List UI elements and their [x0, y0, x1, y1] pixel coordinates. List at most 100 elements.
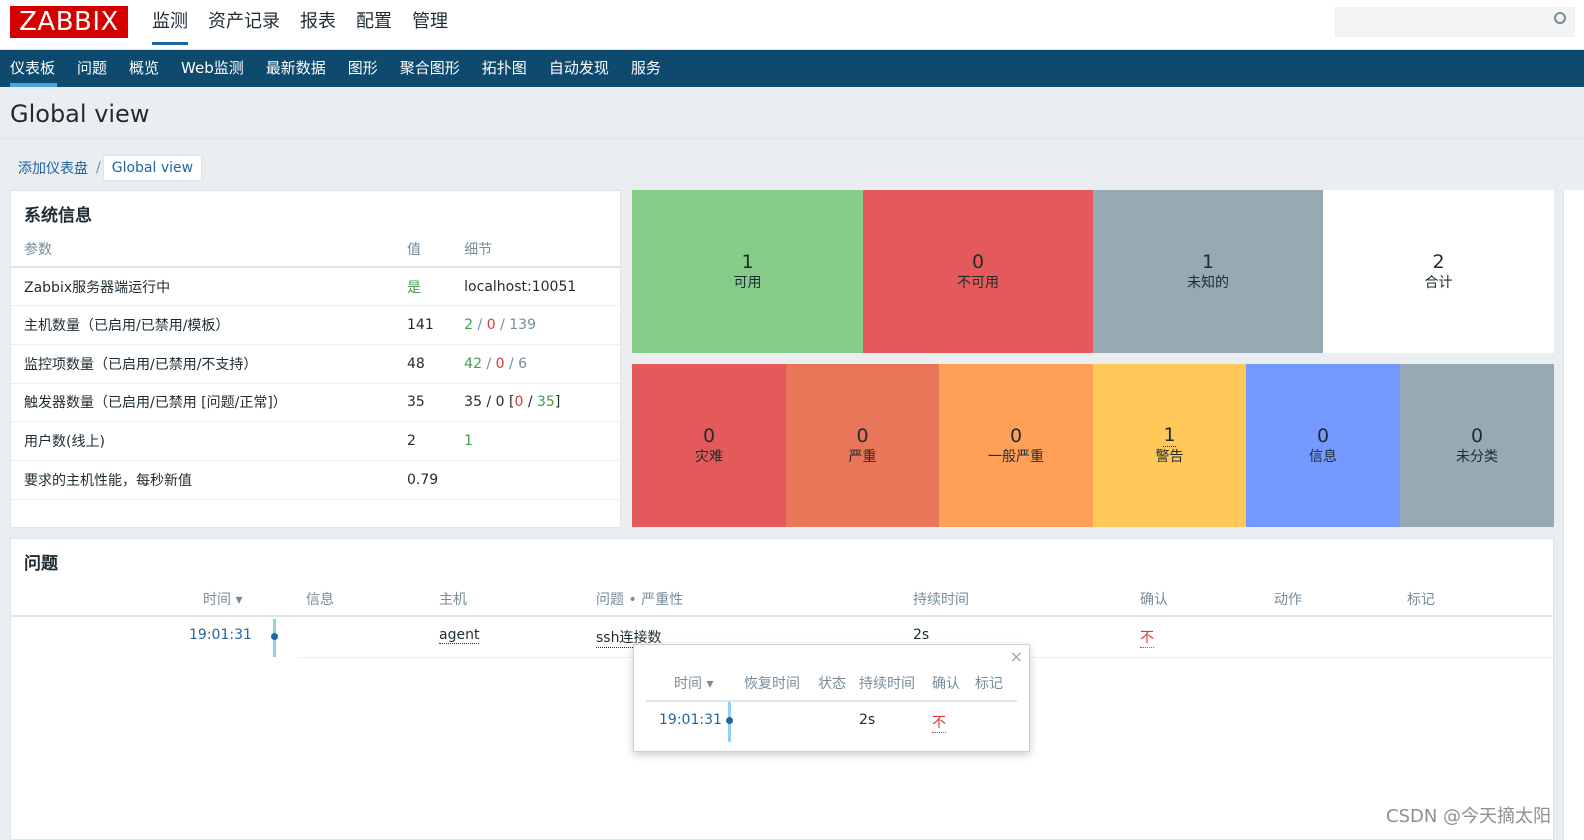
- popup-column-duration: 持续时间: [859, 676, 915, 692]
- table-row: 监控项数量（已启用/已禁用/不支持） 48 42 / 0 / 6: [11, 344, 620, 384]
- param-cell: 要求的主机性能，每秒新值: [11, 460, 394, 500]
- popup-column-status: 状态: [818, 676, 846, 692]
- breadcrumb-current[interactable]: Global view: [102, 154, 203, 181]
- submenu-web[interactable]: Web监测: [171, 50, 256, 87]
- tile-label: 灾难: [695, 448, 723, 465]
- watermark: CSDN @今天摘太阳: [1386, 806, 1552, 827]
- column-header: 值: [394, 231, 452, 268]
- popup-column-time: 时间 ▾: [674, 676, 714, 692]
- tile-count: 2: [1432, 250, 1445, 273]
- column-header-duration: 持续时间: [913, 592, 969, 608]
- detail-disabled: 0: [495, 355, 505, 372]
- column-header-time[interactable]: 时间 ▾: [203, 589, 242, 609]
- column-header-ack: 确认: [1140, 592, 1168, 608]
- column-header-host[interactable]: 主机: [439, 589, 467, 609]
- table-row: Zabbix服务器端运行中 是 localhost:10051: [11, 267, 620, 307]
- host-availability-widget: 1 可用 0 不可用 1 未知的 2 合计: [632, 190, 1554, 353]
- column-header-tags: 标记: [1407, 592, 1435, 608]
- tile-label: 一般严重: [988, 448, 1044, 465]
- popup-duration: 2s: [859, 712, 876, 728]
- zabbix-logo[interactable]: ZABBIX: [10, 6, 128, 38]
- submenu-discovery[interactable]: 自动发现: [539, 50, 621, 87]
- detail-problem: 0: [514, 394, 524, 411]
- submenu-services[interactable]: 服务: [621, 50, 673, 87]
- detail-disabled: 0: [486, 317, 496, 334]
- close-icon[interactable]: ×: [1010, 647, 1023, 666]
- tile-label: 严重: [848, 448, 877, 465]
- host-link[interactable]: agent: [439, 627, 480, 644]
- popup-ack-link[interactable]: 不: [932, 712, 946, 733]
- host-unavailable-tile[interactable]: 0 不可用: [863, 190, 1093, 353]
- table-row: 用户数(线上) 2 1: [11, 421, 620, 461]
- popup-column-recovery-time: 恢复时间: [744, 676, 800, 692]
- timeline-dot: [726, 717, 733, 724]
- tile-count[interactable]: 1: [1163, 424, 1176, 447]
- tile-count: 0: [1009, 424, 1023, 447]
- param-cell: 监控项数量（已启用/已禁用/不支持）: [11, 344, 394, 384]
- detail-cell: [451, 460, 620, 500]
- submenu-latest-data[interactable]: 最新数据: [256, 50, 338, 87]
- tile-count: 0: [1316, 424, 1330, 447]
- tile-label: 未知的: [1187, 274, 1229, 291]
- column-header: 细节: [451, 231, 620, 268]
- submenu-maps[interactable]: 拓扑图: [472, 50, 539, 87]
- detail-unsupported: 6: [518, 355, 528, 372]
- adjacent-widget-edge: [1563, 190, 1584, 840]
- severity-disaster-tile[interactable]: 0 灾难: [632, 364, 786, 527]
- tile-label: 不可用: [957, 274, 999, 291]
- column-header: 参数: [11, 231, 394, 268]
- value-cell: 141: [394, 305, 452, 345]
- menu-reports[interactable]: 报表: [290, 0, 346, 50]
- host-total-tile[interactable]: 2 合计: [1323, 190, 1554, 353]
- severity-not-classified-tile[interactable]: 0 未分类: [1400, 364, 1554, 527]
- popup-time-link[interactable]: 19:01:31: [659, 712, 722, 728]
- breadcrumb-dashboards-link[interactable]: 添加仪表盘: [12, 158, 94, 178]
- tile-count: 0: [971, 250, 985, 273]
- column-header-info: 信息: [306, 592, 334, 608]
- top-header: ZABBIX 监测 资产记录 报表 配置 管理: [0, 0, 1584, 50]
- table-header-row: 参数 值 细节: [11, 231, 620, 268]
- problem-time-link[interactable]: 19:01:31: [189, 627, 252, 643]
- submenu-dashboard[interactable]: 仪表板: [0, 50, 67, 87]
- popup-column-ack: 确认: [932, 676, 960, 692]
- severity-high-tile[interactable]: 0 严重: [786, 364, 939, 527]
- tile-count: 0: [856, 424, 869, 447]
- system-info-table: 参数 值 细节 Zabbix服务器端运行中 是 localhost:10051 …: [11, 231, 620, 500]
- submenu-graphs[interactable]: 图形: [338, 50, 390, 87]
- tile-label: 未分类: [1456, 448, 1498, 465]
- detail-cell: 35 / 0 [0 / 35]: [451, 383, 620, 423]
- submenu-problems[interactable]: 问题: [67, 50, 119, 87]
- host-available-tile[interactable]: 1 可用: [632, 190, 863, 353]
- severity-warning-tile[interactable]: 1 警告: [1093, 364, 1246, 527]
- widget-title[interactable]: 系统信息: [11, 191, 620, 231]
- severity-average-tile[interactable]: 0 一般严重: [939, 364, 1093, 527]
- ack-link[interactable]: 不: [1140, 627, 1154, 648]
- submenu-overview[interactable]: 概览: [119, 50, 171, 87]
- widget-title[interactable]: 问题: [11, 539, 1553, 579]
- value-cell: 0.79: [394, 460, 452, 500]
- sub-menu: 仪表板 问题 概览 Web监测 最新数据 图形 聚合图形 拓扑图 自动发现 服务: [0, 50, 1584, 87]
- value-cell: 2: [394, 421, 452, 461]
- system-info-widget: 系统信息 参数 值 细节 Zabbix服务器端运行中 是 localhost:1…: [10, 190, 621, 528]
- host-unknown-tile[interactable]: 1 未知的: [1093, 190, 1323, 353]
- detail-ok: 35: [537, 394, 555, 411]
- search-input[interactable]: [1335, 7, 1575, 37]
- detail-enabled: 2: [464, 317, 474, 334]
- menu-monitoring[interactable]: 监测: [142, 0, 198, 50]
- value-cell: 48: [394, 344, 452, 384]
- menu-inventory[interactable]: 资产记录: [198, 0, 290, 50]
- timeline-dot: [271, 633, 278, 640]
- popup-column-tags: 标记: [975, 676, 1003, 692]
- severity-information-tile[interactable]: 0 信息: [1246, 364, 1400, 527]
- menu-administration[interactable]: 管理: [402, 0, 458, 50]
- column-header-problem[interactable]: 问题 • 严重性: [596, 589, 683, 609]
- tile-label: 信息: [1309, 448, 1337, 465]
- submenu-screens[interactable]: 聚合图形: [390, 50, 472, 87]
- main-menu: 监测 资产记录 报表 配置 管理: [142, 0, 458, 50]
- column-header-actions: 动作: [1274, 592, 1302, 608]
- param-cell: Zabbix服务器端运行中: [11, 267, 394, 307]
- menu-configuration[interactable]: 配置: [346, 0, 402, 50]
- table-row: 主机数量（已启用/已禁用/模板） 141 2 / 0 / 139: [11, 305, 620, 345]
- page-title: Global view: [10, 100, 150, 128]
- search-icon[interactable]: [1554, 12, 1566, 24]
